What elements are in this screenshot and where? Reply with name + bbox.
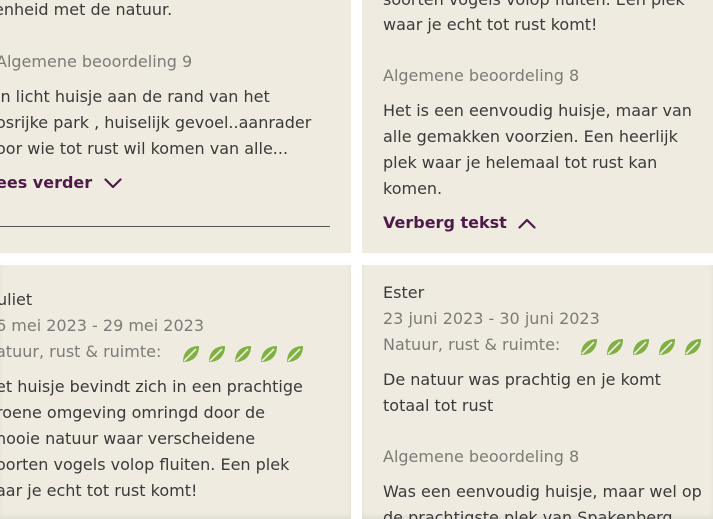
review-card: enheid met de natuur. Algemene beoordeli… [0, 0, 351, 253]
reviewer-name: Ester [383, 283, 425, 302]
leaf-icon [633, 339, 649, 355]
review-text: et huisje bevindt zich in een prachtige … [0, 377, 303, 500]
leaf-icon [235, 346, 251, 362]
leaf-icon [287, 346, 303, 362]
stay-dates: 23 juni 2023 - 30 juni 2023 [383, 309, 600, 328]
review-card: Ester 23 juni 2023 - 30 juni 2023 Natuur… [362, 265, 713, 519]
hide-text-label: Verberg tekst [383, 213, 507, 232]
review-text: Het is een eenvoudig huisje, maar van al… [383, 101, 692, 198]
divider [0, 226, 330, 227]
leaf-icon [183, 346, 199, 362]
chevron-down-icon [104, 178, 122, 189]
leaf-icon [685, 339, 701, 355]
review-text: De natuur was prachtig en je komt totaal… [383, 370, 661, 415]
stay-dates: 6 mei 2023 - 29 mei 2023 [0, 316, 205, 335]
reviewer-name: uliet [0, 290, 33, 309]
read-more-button[interactable]: ees verder [0, 170, 122, 196]
chevron-up-icon [518, 218, 536, 229]
read-more-label: ees verder [0, 173, 93, 192]
leaf-icon [607, 339, 623, 355]
review-text: jn licht huisje aan de rand van het osri… [0, 87, 312, 158]
leaf-icon [659, 339, 675, 355]
overall-rating: Algemene beoordeling 9 [0, 52, 193, 71]
leaf-rating [578, 336, 704, 358]
review-text: Was een eenvoudig huisje, maar wel op de… [383, 482, 702, 519]
category-label: Natuur, rust & ruimte: [383, 335, 561, 354]
review-card: uliet 6 mei 2023 - 29 mei 2023 atuur, ru… [0, 265, 351, 519]
leaf-icon [209, 346, 225, 362]
review-card: soorten vogels volop fluiten. Een plek w… [362, 0, 713, 253]
hide-text-button[interactable]: Verberg tekst [383, 210, 536, 236]
overall-rating: Algemene beoordeling 8 [383, 66, 580, 85]
review-text-tail: enheid met de natuur. [0, 0, 173, 19]
review-text-tail: waar je echt tot rust komt! [383, 15, 598, 34]
category-label: atuur, rust & ruimte: [0, 342, 162, 361]
overall-rating: Algemene beoordeling 8 [383, 447, 580, 466]
leaf-rating [180, 343, 306, 365]
leaf-icon [581, 339, 597, 355]
leaf-icon [261, 346, 277, 362]
